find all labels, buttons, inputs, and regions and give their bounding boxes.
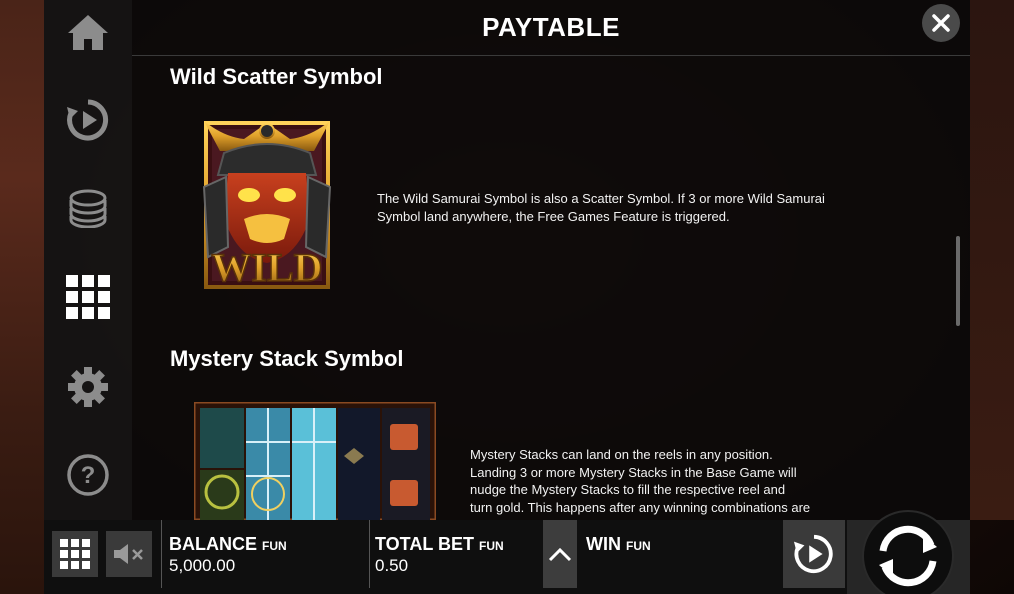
wild-text: WILD	[211, 245, 322, 289]
balance-label-text: BALANCE	[169, 534, 257, 554]
close-button[interactable]	[922, 4, 960, 42]
grid-menu-icon	[60, 539, 90, 569]
grid-icon	[66, 275, 110, 319]
balance-label: BALANCE FUN	[169, 534, 287, 555]
divider	[161, 520, 162, 588]
balance-currency: FUN	[262, 539, 287, 553]
paytable-panel: PAYTABLE Wild Scatter Symbol WILD The Wi…	[132, 0, 970, 520]
mystery-stack-description: Mystery Stacks can land on the reels in …	[470, 446, 870, 516]
mystery-stack-reels-image	[194, 402, 436, 520]
sidebar-item-bet[interactable]	[44, 178, 132, 238]
divider	[369, 520, 370, 588]
description-line: Landing 3 or more Mystery Stacks in the …	[470, 464, 797, 480]
sidebar-item-paytable[interactable]	[44, 267, 132, 327]
spin-button[interactable]	[862, 510, 954, 594]
coins-icon	[69, 189, 107, 228]
win-label-text: WIN	[586, 534, 621, 554]
wild-scatter-description: The Wild Samurai Symbol is also a Scatte…	[377, 191, 825, 224]
autoplay-button[interactable]	[783, 520, 845, 588]
scrollbar[interactable]	[956, 236, 960, 326]
section-title-mystery-stack: Mystery Stack Symbol	[170, 346, 404, 371]
total-bet-label-text: TOTAL BET	[375, 534, 474, 554]
sidebar: ?	[44, 0, 132, 520]
wild-samurai-icon: WILD	[194, 117, 340, 291]
sidebar-item-help[interactable]: ?	[44, 445, 132, 505]
description-line: turn gold. This happens after any winnin…	[470, 499, 811, 515]
svg-text:?: ?	[81, 462, 96, 489]
total-bet-value: 0.50	[375, 556, 409, 575]
game-backdrop-left	[0, 0, 44, 594]
chevron-up-icon	[548, 547, 572, 562]
sidebar-item-autoplay[interactable]	[44, 90, 132, 150]
win-currency: FUN	[626, 539, 651, 553]
help-icon: ?	[67, 454, 109, 496]
autoplay-icon	[793, 534, 833, 574]
section-title-wild-scatter: Wild Scatter Symbol	[170, 64, 383, 89]
balance-value: 5,000.00	[169, 556, 236, 575]
total-bet-label: TOTAL BET FUN	[375, 534, 504, 555]
total-bet-currency: FUN	[479, 539, 504, 553]
autoplay-icon	[67, 99, 109, 141]
win-label: WIN FUN	[586, 534, 651, 555]
sidebar-item-home[interactable]	[44, 2, 132, 62]
sound-button[interactable]	[106, 531, 152, 577]
page-title: PAYTABLE	[482, 12, 620, 42]
menu-button[interactable]	[52, 531, 98, 577]
sidebar-item-settings[interactable]	[44, 357, 132, 417]
spin-icon	[879, 525, 937, 587]
close-icon	[932, 14, 950, 32]
game-backdrop-right	[970, 0, 1014, 520]
description-line: nudge the Mystery Stacks to fill the res…	[470, 482, 786, 497]
bottom-bar: BALANCE FUN 5,000.00 TOTAL BET FUN 0.50 WI…	[44, 510, 970, 594]
sound-muted-icon	[114, 544, 143, 564]
bet-increase-button[interactable]	[543, 520, 577, 588]
description-line: Mystery Stacks can land on the reels in …	[470, 447, 773, 462]
panel-header: PAYTABLE	[132, 0, 970, 56]
home-icon	[68, 15, 108, 50]
gear-icon	[68, 367, 108, 407]
